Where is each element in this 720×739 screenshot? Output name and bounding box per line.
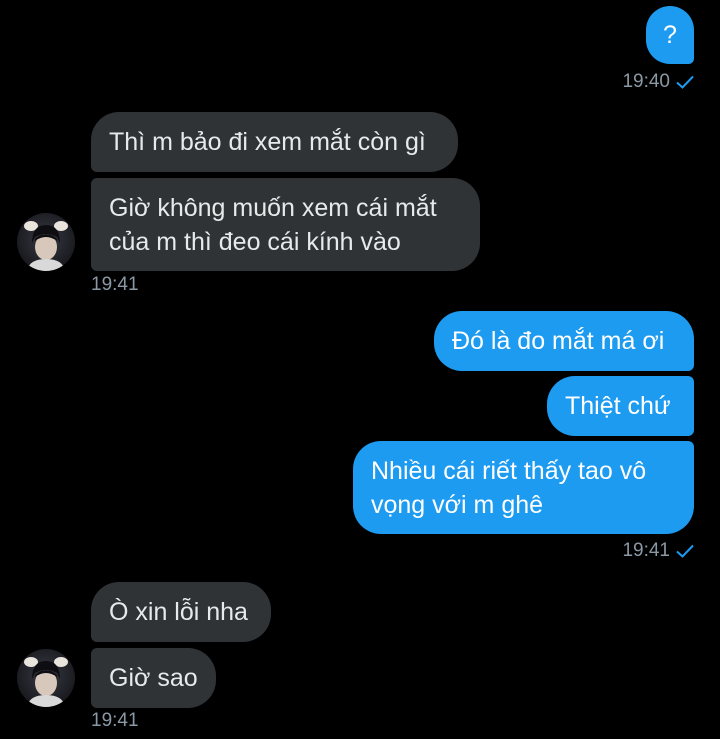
timestamp-row: 19:40 — [622, 71, 694, 93]
timestamp-text: 19:41 — [91, 274, 139, 295]
message-bubble-incoming[interactable]: Thì m bảo đi xem mắt còn gì — [91, 112, 458, 172]
message-text: Giờ sao — [109, 664, 198, 692]
timestamp: 19:41 — [622, 540, 670, 561]
timestamp-row: 19:41 — [622, 540, 694, 562]
timestamp: 19:41 — [91, 274, 139, 296]
message-text: Nhiều cái riết thấy tao vô vọng với m gh… — [371, 456, 647, 519]
contact-avatar[interactable] — [17, 649, 75, 707]
message-bubble-outgoing[interactable]: ? — [646, 6, 694, 64]
message-bubble-outgoing[interactable]: Nhiều cái riết thấy tao vô vọng với m gh… — [353, 441, 694, 534]
message-text: ? — [663, 21, 677, 49]
avatar-image — [24, 221, 68, 271]
contact-avatar[interactable] — [17, 213, 75, 271]
message-bubble-outgoing[interactable]: Đó là đo mắt má ơi — [434, 311, 694, 371]
message-text: Ò xin lỗi nha — [109, 598, 248, 626]
message-bubble-incoming[interactable]: Ò xin lỗi nha — [91, 582, 271, 642]
timestamp: 19:40 — [622, 71, 670, 92]
message-text: Thì m bảo đi xem mắt còn gì — [109, 128, 426, 156]
check-icon — [676, 544, 694, 558]
avatar-image — [24, 657, 68, 707]
message-text: Giờ không muốn xem cái mắt của m thì đeo… — [109, 193, 437, 256]
message-text: Đó là đo mắt má ơi — [452, 327, 665, 355]
timestamp-text: 19:41 — [91, 710, 139, 731]
message-bubble-incoming[interactable]: Giờ sao — [91, 648, 216, 708]
message-bubble-incoming[interactable]: Giờ không muốn xem cái mắt của m thì đeo… — [91, 178, 480, 271]
message-text: Thiệt chứ — [565, 392, 671, 420]
check-icon — [676, 75, 694, 89]
timestamp: 19:41 — [91, 710, 139, 732]
message-bubble-outgoing[interactable]: Thiệt chứ — [547, 376, 694, 436]
